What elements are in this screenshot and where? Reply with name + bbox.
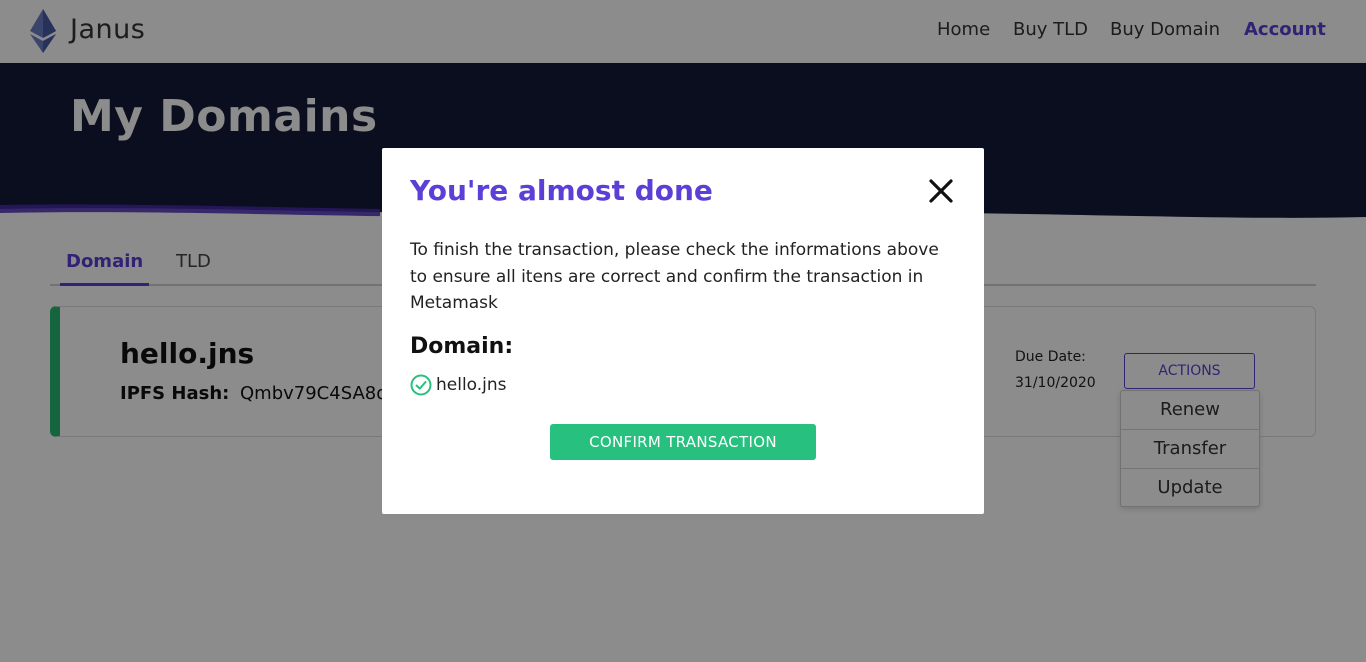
confirm-transaction-button[interactable]: CONFIRM TRANSACTION (550, 424, 816, 460)
modal-description: To finish the transaction, please check … (410, 240, 939, 313)
modal-title: You're almost done (410, 174, 713, 207)
confirm-transaction-modal: You're almost done To finish the transac… (382, 148, 984, 514)
modal-domain-value: hello.jns (436, 375, 507, 395)
close-icon[interactable] (926, 176, 956, 206)
check-circle-icon (410, 374, 432, 396)
modal-domain-label: Domain: (410, 334, 514, 359)
